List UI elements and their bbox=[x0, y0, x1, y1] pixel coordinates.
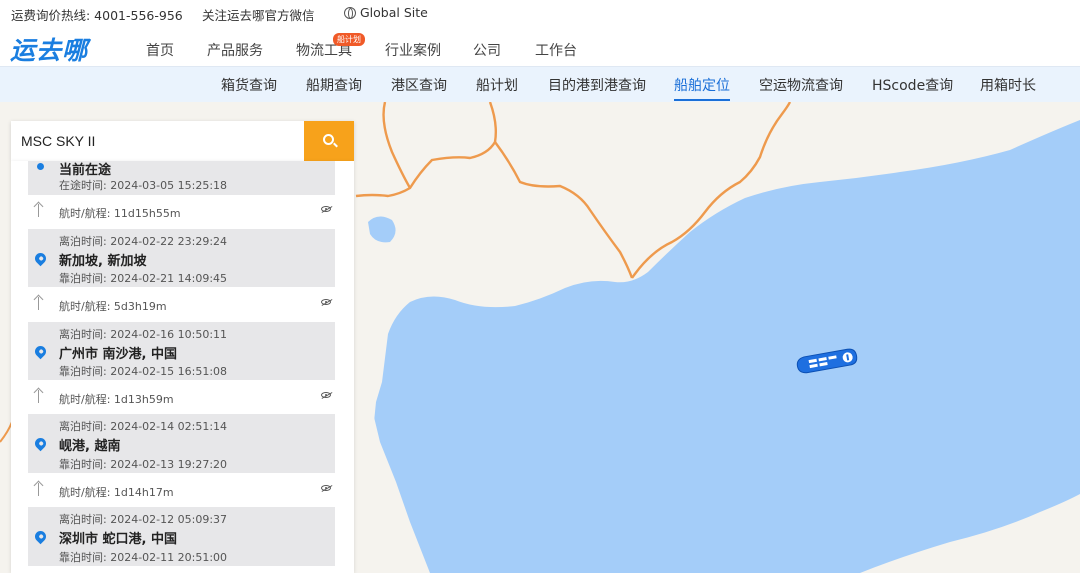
depart-time: 离泊时间: 2024-02-16 10:50:11 bbox=[59, 328, 228, 341]
tab-destination-arrival[interactable]: 目的港到港查询 bbox=[548, 75, 646, 95]
current-dot-icon bbox=[37, 163, 44, 170]
tab-vessel-plan[interactable]: 船计划 bbox=[476, 75, 518, 95]
voyage-leg: 航时/航程: 11d15h55m bbox=[28, 197, 335, 225]
port-name: 深圳市 蛇口港, 中国 bbox=[59, 532, 177, 547]
tools-subnav: 箱货查询 船期查询 港区查询 船计划 目的港到港查询 船舶定位 空运物流查询 H… bbox=[0, 66, 1080, 102]
depart-time: 离泊时间: 2024-02-22 23:29:24 bbox=[59, 235, 228, 248]
location-pin-icon bbox=[32, 343, 49, 360]
eye-hidden-icon[interactable] bbox=[321, 299, 331, 305]
leg-duration: 航时/航程: 5d3h19m bbox=[59, 300, 167, 313]
current-status-time: 在途时间: 2024-03-05 15:25:18 bbox=[59, 179, 228, 192]
global-site-link[interactable]: Global Site bbox=[344, 5, 428, 20]
nav-home[interactable]: 首页 bbox=[146, 40, 174, 60]
vessel-search bbox=[11, 121, 354, 161]
tab-terminal-query[interactable]: 港区查询 bbox=[391, 75, 447, 95]
nav-company[interactable]: 公司 bbox=[473, 40, 501, 60]
current-status-block[interactable]: 当前在途 在途时间: 2024-03-05 15:25:18 bbox=[28, 161, 335, 195]
brand-logo[interactable]: 运去哪 bbox=[10, 31, 88, 67]
port-name: 广州市 南沙港, 中国 bbox=[59, 347, 177, 362]
voyage-leg: 航时/航程: 5d3h19m bbox=[28, 290, 335, 318]
search-button[interactable] bbox=[304, 121, 354, 161]
up-arrow-icon bbox=[38, 483, 39, 496]
wechat-link[interactable]: 关注运去哪官方微信 bbox=[202, 5, 315, 24]
nav-badge: 船计划 bbox=[333, 33, 365, 46]
main-nav: 运去哪 首页 产品服务 物流工具 船计划 行业案例 公司 工作台 bbox=[0, 26, 1080, 68]
leg-duration: 航时/航程: 1d13h59m bbox=[59, 393, 174, 406]
tab-schedule-query[interactable]: 船期查询 bbox=[306, 75, 362, 95]
location-pin-icon bbox=[32, 435, 49, 452]
globe-icon bbox=[344, 7, 356, 19]
up-arrow-icon bbox=[38, 204, 39, 217]
tab-container-duration[interactable]: 用箱时长 bbox=[980, 75, 1036, 95]
port-call-item[interactable]: 离泊时间: 2024-02-14 02:51:14 岘港, 越南 靠泊时间: 2… bbox=[28, 414, 335, 473]
arrive-time: 靠泊时间: 2024-02-13 19:27:20 bbox=[59, 458, 228, 471]
leg-duration: 航时/航程: 1d14h17m bbox=[59, 486, 174, 499]
search-icon bbox=[323, 134, 334, 145]
tab-hscode[interactable]: HScode查询 bbox=[872, 75, 953, 95]
top-info-bar: 运费询价热线: 4001-556-956 关注运去哪官方微信 Global Si… bbox=[0, 0, 1080, 26]
depart-time: 离泊时间: 2024-02-14 02:51:14 bbox=[59, 420, 228, 433]
current-status-label: 当前在途 bbox=[59, 163, 112, 178]
eye-hidden-icon[interactable] bbox=[321, 485, 331, 491]
location-pin-icon bbox=[32, 250, 49, 267]
vessel-search-input[interactable] bbox=[11, 121, 304, 161]
location-pin-icon bbox=[32, 528, 49, 545]
voyage-leg: 航时/航程: 1d14h17m bbox=[28, 476, 335, 504]
arrive-time: 靠泊时间: 2024-02-11 20:51:00 bbox=[59, 551, 228, 564]
up-arrow-icon bbox=[38, 297, 39, 310]
nav-cases[interactable]: 行业案例 bbox=[385, 40, 441, 60]
up-arrow-icon bbox=[38, 390, 39, 403]
leg-duration: 航时/航程: 11d15h55m bbox=[59, 207, 181, 220]
tab-container-query[interactable]: 箱货查询 bbox=[221, 75, 277, 95]
eye-hidden-icon[interactable] bbox=[321, 206, 331, 212]
port-call-item[interactable]: 离泊时间: 2024-02-16 10:50:11 广州市 南沙港, 中国 靠泊… bbox=[28, 322, 335, 380]
nav-workspace[interactable]: 工作台 bbox=[535, 40, 577, 60]
tab-vessel-tracking[interactable]: 船舶定位 bbox=[674, 75, 730, 101]
tab-air-tracking[interactable]: 空运物流查询 bbox=[759, 75, 843, 95]
port-call-item[interactable]: 离泊时间: 2024-02-12 05:09:37 深圳市 蛇口港, 中国 靠泊… bbox=[28, 507, 335, 566]
port-name: 新加坡, 新加坡 bbox=[59, 254, 147, 269]
port-call-item[interactable]: 离泊时间: 2024-02-22 23:29:24 新加坡, 新加坡 靠泊时间:… bbox=[28, 229, 335, 287]
port-name: 岘港, 越南 bbox=[59, 439, 121, 454]
voyage-history-panel[interactable]: 当前在途 在途时间: 2024-03-05 15:25:18 航时/航程: 11… bbox=[11, 161, 354, 573]
hotline-text: 运费询价热线: 4001-556-956 bbox=[11, 8, 183, 23]
arrive-time: 靠泊时间: 2024-02-15 16:51:08 bbox=[59, 365, 228, 378]
voyage-leg: 航时/航程: 1d13h59m bbox=[28, 383, 335, 411]
nav-products[interactable]: 产品服务 bbox=[207, 40, 263, 60]
depart-time: 离泊时间: 2024-02-12 05:09:37 bbox=[59, 513, 228, 526]
arrive-time: 靠泊时间: 2024-02-21 14:09:45 bbox=[59, 272, 228, 285]
eye-hidden-icon[interactable] bbox=[321, 392, 331, 398]
